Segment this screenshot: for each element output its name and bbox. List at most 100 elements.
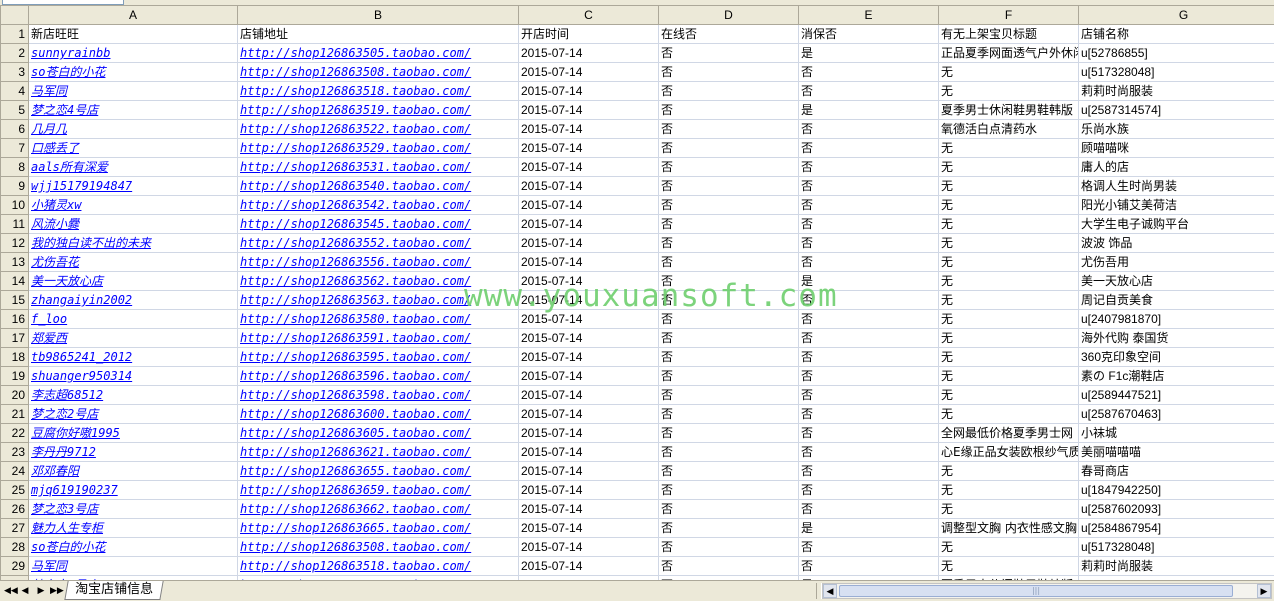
cell-d[interactable]: 否 [658, 271, 799, 291]
cell-f[interactable]: 无 [938, 461, 1079, 481]
row-header[interactable]: 10 [0, 195, 29, 215]
row-header[interactable]: 22 [0, 423, 29, 443]
cell-a[interactable]: tb9865241_2012 [28, 347, 238, 367]
cell-d[interactable]: 否 [658, 81, 799, 101]
cell-d[interactable]: 否 [658, 480, 799, 500]
cell-c[interactable]: 2015-07-14 [518, 309, 659, 329]
cell-a[interactable]: mjq619190237 [28, 480, 238, 500]
cell-d[interactable]: 否 [658, 347, 799, 367]
cell-b[interactable]: http://shop126863540.taobao.com/ [237, 176, 519, 196]
cell-a[interactable]: 魅力人生专柜 [28, 518, 238, 538]
cell-g[interactable]: u[2587314574] [1078, 100, 1274, 120]
cell-d[interactable]: 否 [658, 423, 799, 443]
cell-b[interactable]: http://shop126863662.taobao.com/ [237, 499, 519, 519]
cell-e[interactable]: 是 [798, 518, 939, 538]
cell-e[interactable]: 否 [798, 138, 939, 158]
select-all-corner[interactable] [0, 5, 29, 25]
cell-e[interactable]: 否 [798, 290, 939, 310]
column-header-e[interactable]: E [798, 5, 939, 25]
cell-b[interactable]: http://shop126863529.taobao.com/ [237, 138, 519, 158]
scroll-left-icon[interactable]: ◀ [823, 584, 837, 598]
row-header[interactable]: 24 [0, 461, 29, 481]
cell-c[interactable]: 2015-07-14 [518, 176, 659, 196]
cell-f[interactable]: 无 [938, 176, 1079, 196]
cell-e[interactable]: 否 [798, 556, 939, 576]
cell-c[interactable]: 2015-07-14 [518, 404, 659, 424]
cell-e[interactable]: 否 [798, 480, 939, 500]
cell-a[interactable]: 梦之恋3号店 [28, 499, 238, 519]
cell-a[interactable]: f_loo [28, 309, 238, 329]
cell-c[interactable]: 2015-07-14 [518, 233, 659, 253]
cell-c[interactable]: 2015-07-14 [518, 138, 659, 158]
cell-a[interactable]: 李志超68512 [28, 385, 238, 405]
cell-c[interactable]: 2015-07-14 [518, 556, 659, 576]
cell-e[interactable]: 否 [798, 366, 939, 386]
cell-d[interactable]: 否 [658, 100, 799, 120]
cell-g[interactable]: u[1847942250] [1078, 480, 1274, 500]
cell-b[interactable]: http://shop126863552.taobao.com/ [237, 233, 519, 253]
cell-g[interactable]: 周记自贡美食 [1078, 290, 1274, 310]
cell-b[interactable]: http://shop126863542.taobao.com/ [237, 195, 519, 215]
cell-f[interactable]: 有无上架宝贝标题 [938, 24, 1079, 44]
cell-e[interactable]: 否 [798, 461, 939, 481]
cell-a[interactable]: 美一天放心店 [28, 271, 238, 291]
cell-e[interactable]: 否 [798, 233, 939, 253]
cell-c[interactable]: 2015-07-14 [518, 271, 659, 291]
cell-g[interactable]: u[517328048] [1078, 537, 1274, 557]
cell-g[interactable]: 波波 饰品 [1078, 233, 1274, 253]
cell-g[interactable]: 尤伤吾用 [1078, 252, 1274, 272]
row-header[interactable]: 8 [0, 157, 29, 177]
cell-e[interactable]: 否 [798, 81, 939, 101]
cell-d[interactable]: 否 [658, 385, 799, 405]
cell-b[interactable]: http://shop126863596.taobao.com/ [237, 366, 519, 386]
cell-c[interactable]: 2015-07-14 [518, 195, 659, 215]
cell-d[interactable]: 否 [658, 404, 799, 424]
column-header-c[interactable]: C [518, 5, 659, 25]
row-header[interactable]: 23 [0, 442, 29, 462]
cell-d[interactable]: 否 [658, 366, 799, 386]
cell-e[interactable]: 否 [798, 252, 939, 272]
cell-g[interactable]: u[2589447521] [1078, 385, 1274, 405]
cell-c[interactable]: 开店时间 [518, 24, 659, 44]
cell-b[interactable]: http://shop126863519.taobao.com/ [237, 100, 519, 120]
column-header-d[interactable]: D [658, 5, 799, 25]
cell-e[interactable]: 否 [798, 309, 939, 329]
row-header[interactable]: 5 [0, 100, 29, 120]
cell-b[interactable]: http://shop126863659.taobao.com/ [237, 480, 519, 500]
cell-f[interactable]: 无 [938, 347, 1079, 367]
cell-e[interactable]: 否 [798, 347, 939, 367]
cell-g[interactable]: 乐尚水族 [1078, 119, 1274, 139]
cell-b[interactable]: http://shop126863595.taobao.com/ [237, 347, 519, 367]
cell-d[interactable]: 否 [658, 119, 799, 139]
cell-c[interactable]: 2015-07-14 [518, 347, 659, 367]
row-header[interactable]: 21 [0, 404, 29, 424]
cell-b[interactable]: http://shop126863556.taobao.com/ [237, 252, 519, 272]
cell-g[interactable]: 莉莉时尚服装 [1078, 556, 1274, 576]
cell-c[interactable]: 2015-07-14 [518, 157, 659, 177]
cell-f[interactable]: 无 [938, 81, 1079, 101]
row-header[interactable]: 15 [0, 290, 29, 310]
cell-b[interactable]: http://shop126863518.taobao.com/ [237, 81, 519, 101]
cell-c[interactable]: 2015-07-14 [518, 518, 659, 538]
cell-f[interactable]: 无 [938, 157, 1079, 177]
cell-c[interactable]: 2015-07-14 [518, 385, 659, 405]
cell-f[interactable]: 无 [938, 537, 1079, 557]
cell-a[interactable]: 我的独白读不出的未来 [28, 233, 238, 253]
cell-e[interactable]: 是 [798, 100, 939, 120]
cell-b[interactable]: http://shop126863591.taobao.com/ [237, 328, 519, 348]
cell-e[interactable]: 否 [798, 423, 939, 443]
cell-c[interactable]: 2015-07-14 [518, 81, 659, 101]
cell-e[interactable]: 否 [798, 499, 939, 519]
cell-e[interactable]: 是 [798, 271, 939, 291]
cell-a[interactable]: so苍白的小花 [28, 537, 238, 557]
cell-c[interactable]: 2015-07-14 [518, 100, 659, 120]
cell-d[interactable]: 否 [658, 328, 799, 348]
cell-e[interactable]: 否 [798, 62, 939, 82]
cell-g[interactable]: u[2587602093] [1078, 499, 1274, 519]
sheet-tab-active[interactable]: 淘宝店铺信息 [64, 581, 164, 600]
last-sheet-icon[interactable]: ▶▶ [50, 584, 64, 598]
cell-g[interactable]: 素の F1c潮鞋店 [1078, 366, 1274, 386]
cell-e[interactable]: 否 [798, 195, 939, 215]
cell-g[interactable]: u[2584867954] [1078, 518, 1274, 538]
column-header-f[interactable]: F [938, 5, 1079, 25]
